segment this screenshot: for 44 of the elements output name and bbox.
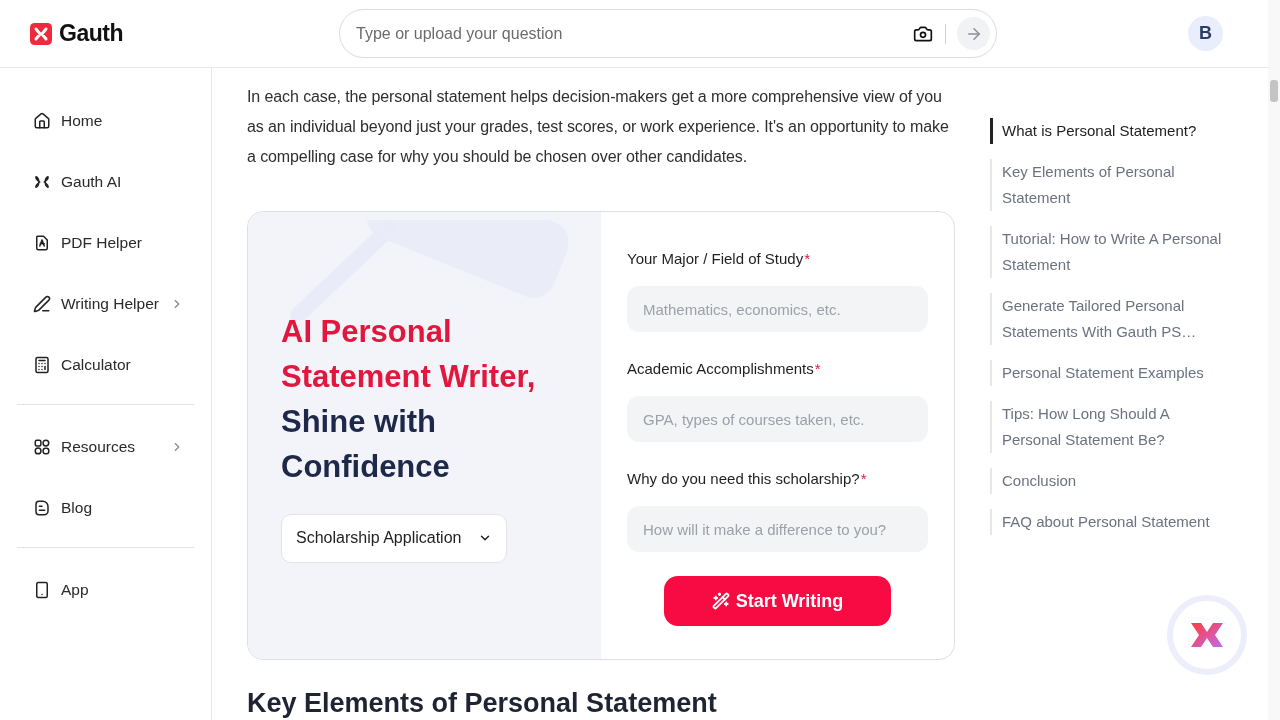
- x-curves-icon: [33, 173, 51, 191]
- logo-icon: [30, 22, 52, 45]
- field-label: Your Major / Field of Study*: [627, 249, 812, 269]
- toc-link[interactable]: Conclusion: [990, 468, 1230, 494]
- pen-icon: [33, 295, 51, 313]
- grid-icon: [33, 438, 51, 456]
- toc-link[interactable]: Key Elements of Personal Statement: [990, 159, 1230, 211]
- brand-name: Gauth: [59, 19, 123, 49]
- logo-icon: [1190, 622, 1224, 648]
- sidebar-item[interactable]: PDF Helper: [17, 221, 194, 265]
- sidebar-item[interactable]: App: [17, 568, 194, 612]
- input-field[interactable]: How will it make a difference to you?: [627, 506, 928, 552]
- user-avatar[interactable]: B: [1188, 16, 1223, 51]
- input-field[interactable]: Mathematics, economics, etc.: [627, 286, 928, 332]
- section-heading: Key Elements of Personal Statement: [247, 688, 718, 718]
- toc-link[interactable]: Tips: How Long Should A Personal Statement Be?: [990, 401, 1230, 453]
- sidebar-item[interactable]: Blog: [17, 486, 194, 530]
- input-field[interactable]: GPA, types of courses taken, etc.: [627, 396, 928, 442]
- toc-link[interactable]: Personal Statement Examples: [990, 360, 1230, 386]
- sidebar-item[interactable]: Resources: [17, 425, 194, 469]
- type-dropdown[interactable]: Scholarship Application: [281, 513, 507, 563]
- toc-link[interactable]: FAQ about Personal Statement: [990, 509, 1230, 535]
- sidebar-item[interactable]: Home: [17, 99, 194, 143]
- field-label: Why do you need this scholarship?*: [627, 469, 868, 489]
- toc-link[interactable]: Generate Tailored Personal Statements With Gauth PS…: [990, 293, 1230, 345]
- search-input[interactable]: Type or upload your question: [356, 18, 912, 49]
- submit-button[interactable]: [957, 17, 990, 50]
- phone-icon: [33, 581, 51, 599]
- search-bar[interactable]: Type or upload your question: [339, 9, 997, 58]
- sidebar-item[interactable]: Calculator: [17, 343, 194, 387]
- page-icon: [33, 499, 51, 517]
- magic-wand-icon: [711, 592, 730, 610]
- file-icon: [33, 234, 51, 252]
- card-title: AI Personal Statement Writer, Shine with Confidence: [281, 312, 537, 486]
- home-icon: [33, 112, 51, 130]
- calculator-icon: [33, 356, 51, 374]
- toc-link[interactable]: What is Personal Statement?: [990, 118, 1230, 144]
- sidebar-item[interactable]: Writing Helper: [17, 282, 194, 326]
- intro-paragraph: In each case, the personal statement helps decision-makers get a more comprehensive view of you as an individual beyond just your grades, test scores, or work experience. It's an opportunity to make a compelling case for why you should be chosen over other candidates.: [247, 87, 950, 167]
- scrollbar-thumb[interactable]: [1270, 80, 1278, 102]
- sidebar-item[interactable]: Gauth AI: [17, 160, 194, 204]
- start-writing-button[interactable]: Start Writing: [664, 576, 891, 626]
- toc-link[interactable]: Tutorial: How to Write A Personal Statement: [990, 226, 1230, 278]
- field-label: Academic Accomplishments*: [627, 359, 822, 379]
